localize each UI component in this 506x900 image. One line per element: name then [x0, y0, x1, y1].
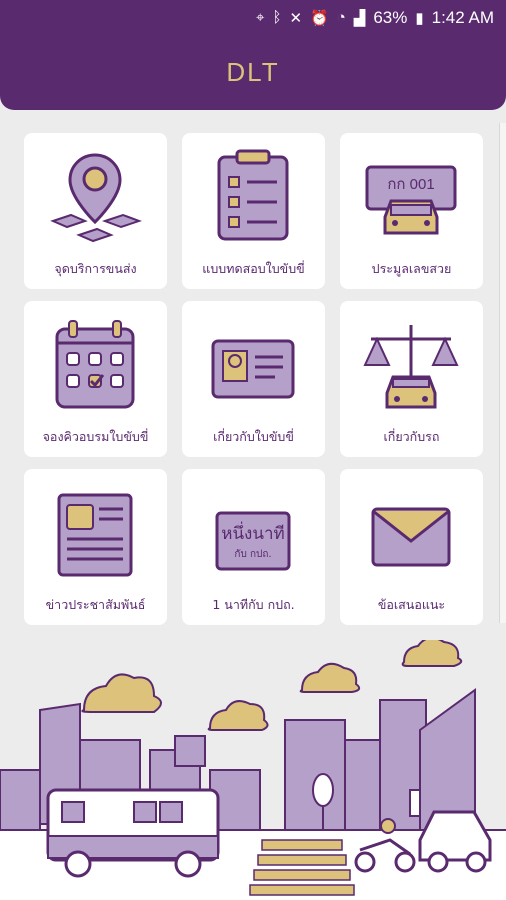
signal-icon: ▟	[353, 9, 366, 27]
bluetooth-icon: ᛒ	[272, 9, 282, 26]
menu-item-license-test[interactable]: แบบทดสอบใบขับขี่	[182, 133, 325, 289]
location-icon: ⌖	[255, 9, 265, 26]
menu-item-label: 1 นาทีกับ กปถ.	[212, 597, 295, 612]
tree-icon	[312, 773, 334, 807]
menu-item-feedback[interactable]: ข้อเสนอแนะ	[340, 469, 483, 625]
plate-text: กก 001	[387, 176, 434, 193]
city-illustration	[0, 640, 506, 900]
menu-item-about-license[interactable]: เกี่ยวกับใบขับขี่	[182, 301, 325, 457]
badge-main-text: หนึ่งนาที	[221, 521, 285, 544]
mute-icon: ✕	[289, 9, 303, 27]
envelope-icon	[371, 507, 451, 567]
location-pin-icon	[50, 153, 142, 243]
menu-item-service-points[interactable]: จุดบริการขนส่ง	[24, 133, 167, 289]
app-bar: DLT	[0, 35, 506, 110]
battery-percent: 63%	[373, 7, 408, 27]
id-card-icon	[211, 339, 295, 399]
menu-item-about-vehicle[interactable]: เกี่ยวกับรถ	[340, 301, 483, 457]
status-bar: ⌖ ᛒ ✕ ⏰ ◔ ▟ 63% ▮ 1:42 AM	[0, 0, 506, 35]
menu-item-training-booking[interactable]: จองคิวอบรมใบขับขี่	[24, 301, 167, 457]
menu-item-label: เกี่ยวกับรถ	[383, 429, 440, 444]
battery-icon: ▮	[415, 9, 424, 27]
one-minute-badge-icon: หนึ่งนาที กับ กปถ.	[215, 511, 291, 571]
app-title: DLT	[226, 57, 280, 87]
alarm-icon: ⏰	[310, 9, 329, 27]
badge-sub-text: กับ กปถ.	[234, 549, 271, 560]
menu-item-one-minute[interactable]: หนึ่งนาที กับ กปถ. 1 นาทีกับ กปถ.	[182, 469, 325, 625]
license-plate-car-icon: กก 001	[365, 165, 457, 235]
calendar-check-icon	[55, 320, 135, 409]
menu-item-label: ประมูลเลขสวย	[371, 261, 452, 276]
clipboard-checklist-icon	[217, 149, 289, 241]
menu-item-plate-auction[interactable]: กก 001 ประมูลเลขสวย	[340, 133, 483, 289]
traffic-light-icon	[409, 789, 421, 817]
menu-item-news[interactable]: ข่าวประชาสัมพันธ์	[24, 469, 167, 625]
menu-item-label: เกี่ยวกับใบขับขี่	[213, 429, 294, 444]
clock: 1:42 AM	[431, 7, 494, 27]
menu-item-label: จุดบริการขนส่ง	[54, 261, 137, 276]
wifi-icon: ◔	[336, 9, 346, 26]
menu-item-label: จองคิวอบรมใบขับขี่	[42, 429, 149, 444]
scale-car-icon	[363, 325, 459, 409]
newspaper-icon	[57, 493, 133, 577]
menu-item-label: ข่าวประชาสัมพันธ์	[45, 597, 146, 612]
menu-item-label: แบบทดสอบใบขับขี่	[202, 261, 305, 276]
menu-item-label: ข้อเสนอแนะ	[377, 597, 446, 612]
side-edge	[499, 123, 506, 623]
